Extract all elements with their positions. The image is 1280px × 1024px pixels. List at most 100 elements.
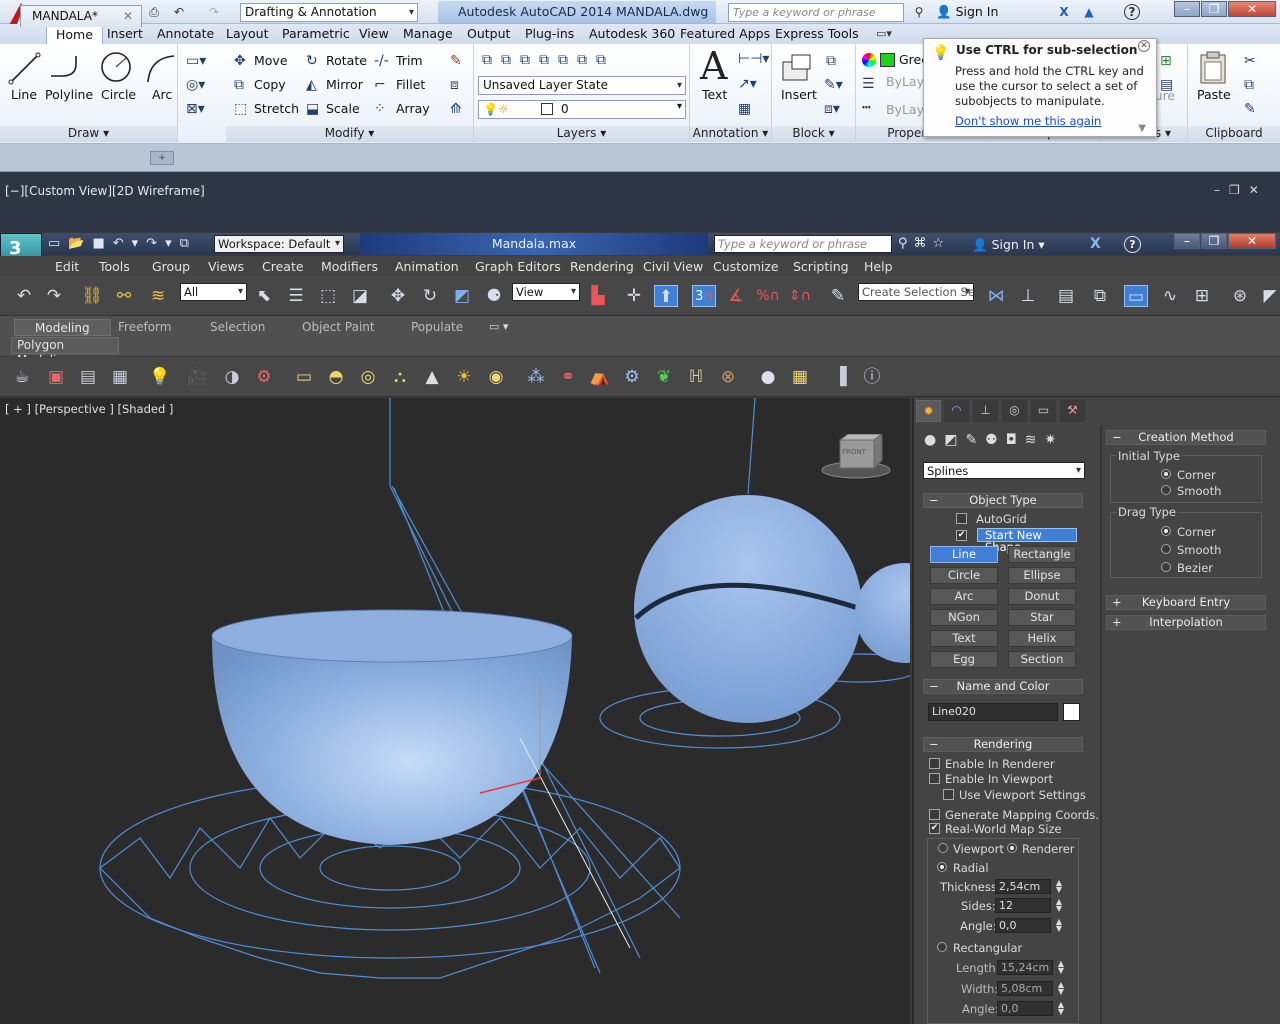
undo-icon[interactable]: ↶ xyxy=(170,3,188,21)
text-button[interactable]: Text xyxy=(702,87,727,102)
rendering-rollout[interactable]: − Rendering xyxy=(923,737,1083,752)
torus-icon[interactable]: ◉ xyxy=(484,366,508,388)
angle-input[interactable]: 0,0 xyxy=(995,918,1051,933)
viewport-window-controls[interactable]: –❐✕ xyxy=(1214,183,1268,197)
length-input[interactable]: 15,24cm xyxy=(997,960,1053,975)
tooltip-dont-show-link[interactable]: Don't show me this again xyxy=(955,114,1101,128)
sides-input[interactable]: 12 xyxy=(995,898,1051,913)
utilities-tab-icon[interactable]: ⚒ xyxy=(1060,400,1085,422)
line-button[interactable]: Line xyxy=(11,87,37,102)
tab-insert[interactable]: Insert xyxy=(98,25,152,44)
undo-toolbar-icon[interactable]: ↶ xyxy=(12,285,36,307)
egg-spline-button[interactable]: Egg xyxy=(930,651,998,668)
hair-fur-icon[interactable]: ℍ xyxy=(684,366,708,388)
polygon-modeling-panel[interactable]: Polygon Modeling xyxy=(11,337,119,367)
ribbon-options-icon[interactable]: ▭ ▾ xyxy=(489,320,508,333)
drag-smooth-radio[interactable] xyxy=(1161,544,1171,554)
max-workspace-select[interactable]: Workspace: Default xyxy=(214,235,344,253)
dynamics-icon[interactable]: ⚭ xyxy=(556,366,580,388)
max-search-tools-icons[interactable]: ⚲⌘☆ xyxy=(898,236,950,251)
object-name-input[interactable]: Line020 xyxy=(928,703,1058,721)
render-setup-icon[interactable]: ◤ xyxy=(1258,285,1280,307)
spinner-snap-icon[interactable]: ⇕∩ xyxy=(788,285,812,307)
plane-icon[interactable]: ▭ xyxy=(292,366,316,388)
unlink-icon[interactable]: ⚯ xyxy=(112,285,136,307)
modify-tab-icon[interactable]: ◠ xyxy=(944,400,969,422)
line-spline-button[interactable]: Line xyxy=(930,546,998,563)
layer-explorer-icon[interactable]: ⧉ xyxy=(1088,285,1112,307)
render-frame-icon[interactable]: ▣ xyxy=(44,366,68,388)
id-point-icon[interactable]: ▤ xyxy=(1160,78,1173,92)
redo-toolbar-icon[interactable]: ↷ xyxy=(42,285,66,307)
layers-panel-label[interactable]: Layers ▾ xyxy=(474,126,689,142)
name-color-rollout[interactable]: − Name and Color xyxy=(923,679,1083,694)
tooltip-close-icon[interactable]: ✕ xyxy=(1138,40,1150,52)
select-rotate-icon[interactable]: ↻ xyxy=(418,285,442,307)
place-icon[interactable]: ⚈ xyxy=(482,285,506,307)
tab-parametric[interactable]: Parametric xyxy=(273,25,359,44)
angle2-input[interactable]: 0,0 xyxy=(997,1001,1053,1016)
tab-autodesk-360[interactable]: Autodesk 360 xyxy=(580,25,684,44)
foliage-icon[interactable]: ❦ xyxy=(652,366,676,388)
material-editor-icon[interactable]: ⊛ xyxy=(1228,285,1252,307)
erase-icon[interactable]: ✎ xyxy=(450,54,462,68)
generate-mapping-checkbox[interactable] xyxy=(929,809,940,820)
object-toolbar-help-icon[interactable]: ⓘ xyxy=(860,366,884,388)
curve-editor-icon[interactable]: ∿ xyxy=(1158,285,1182,307)
hair-icon[interactable]: ⁂ xyxy=(524,366,548,388)
percent-snap-icon[interactable]: %∩ xyxy=(756,285,780,307)
autocad-viewport[interactable] xyxy=(0,172,1280,232)
layer-state-select[interactable]: Unsaved Layer State xyxy=(478,76,686,95)
grid-icon[interactable]: ▦ xyxy=(108,366,132,388)
hemisphere-icon[interactable]: ◓ xyxy=(324,366,348,388)
drag-bezier-radio[interactable] xyxy=(1161,562,1171,572)
star-spline-button[interactable]: Star xyxy=(1008,609,1076,626)
ellipse-spline-button[interactable]: Ellipse xyxy=(1008,567,1076,584)
scale-button[interactable]: Scale xyxy=(326,101,360,116)
geosphere-icon[interactable]: ⛬ xyxy=(388,366,412,388)
max-help-icon[interactable]: ? xyxy=(1124,236,1141,253)
particles-icon[interactable]: ⚙ xyxy=(252,366,276,388)
menu-modifiers[interactable]: Modifiers xyxy=(321,259,378,274)
select-move-icon[interactable]: ✥ xyxy=(386,285,410,307)
viewcube[interactable]: FRONT xyxy=(820,433,892,484)
restore-icon[interactable]: ❐ xyxy=(1201,1,1227,17)
interpolation-rollout[interactable]: + Interpolation xyxy=(1106,615,1266,630)
layer-manager-icon[interactable]: ▤ xyxy=(1054,285,1078,307)
tab-output[interactable]: Output xyxy=(458,25,519,44)
polyline-button[interactable]: Polyline xyxy=(45,87,93,102)
material-library-icon[interactable]: ▦ xyxy=(788,366,812,388)
width-spinner-icon[interactable]: ▲ ▼ xyxy=(1056,981,1066,996)
close-icon[interactable]: ✕ xyxy=(1228,1,1276,17)
offset-icon[interactable]: ⟰ xyxy=(450,102,462,116)
close-tab-icon[interactable]: ✕ xyxy=(123,6,133,27)
creation-method-rollout[interactable]: − Creation Method xyxy=(1106,430,1266,445)
minimize-icon[interactable]: – xyxy=(1174,1,1200,17)
circle-spline-button[interactable]: Circle xyxy=(930,567,998,584)
thickness-input[interactable]: 2,54cm xyxy=(995,879,1051,894)
radial-radio[interactable] xyxy=(937,862,947,872)
a360-icon[interactable]: ▲ xyxy=(1080,3,1098,21)
menu-help[interactable]: Help xyxy=(864,259,893,274)
select-by-name-icon[interactable]: ☰ xyxy=(284,285,308,307)
enable-renderer-checkbox[interactable] xyxy=(929,758,940,769)
light-icon[interactable]: 💡 xyxy=(148,366,172,388)
trim-button[interactable]: Trim xyxy=(396,53,423,68)
sun-icon[interactable]: ☀ xyxy=(452,366,476,388)
ribbon-tab-selection[interactable]: Selection xyxy=(204,319,271,336)
angle2-spinner-icon[interactable]: ▲ ▼ xyxy=(1056,1001,1066,1016)
object-color-swatch[interactable] xyxy=(1063,703,1080,721)
tooltip-expand-icon[interactable]: ▼ xyxy=(1138,123,1146,134)
arc-spline-button[interactable]: Arc xyxy=(930,588,998,605)
draw-panel-label[interactable]: Draw ▾ xyxy=(0,126,177,142)
plot-icon[interactable]: ⎙ xyxy=(145,3,163,21)
ribbon-tab-populate[interactable]: Populate xyxy=(405,319,469,336)
edit-named-selection-icon[interactable]: ✎ xyxy=(826,285,850,307)
copy-button[interactable]: Copy xyxy=(254,77,286,92)
arc-button[interactable]: Arc xyxy=(152,87,172,102)
ribbon-tab-object-paint[interactable]: Object Paint xyxy=(296,319,381,336)
hierarchy-tab-icon[interactable]: ⊥ xyxy=(973,400,998,422)
graphite-ribbon-toggle-icon[interactable]: ▭ xyxy=(1124,285,1148,307)
menu-graph-editors[interactable]: Graph Editors xyxy=(475,259,561,274)
new-tab-icon[interactable]: + xyxy=(150,151,174,165)
